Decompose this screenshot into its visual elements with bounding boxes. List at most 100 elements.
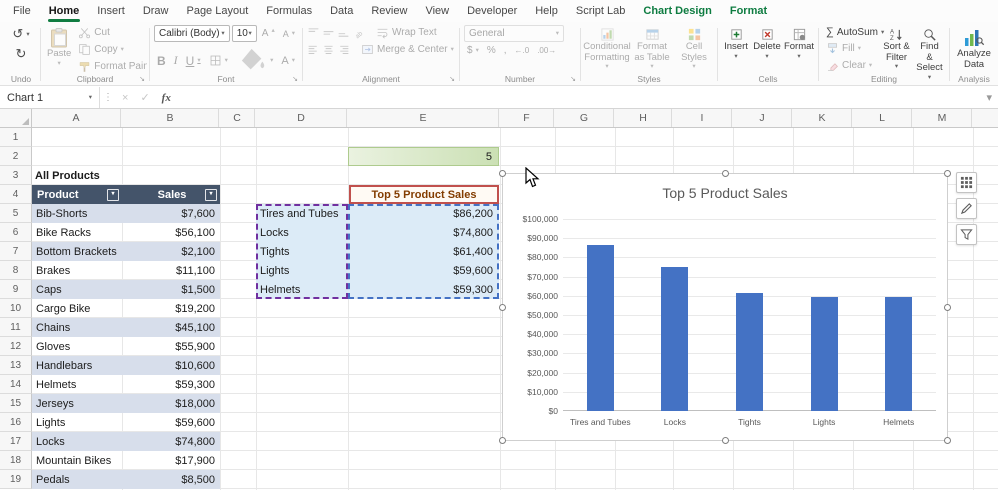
product-name-cell[interactable]: Mountain Bikes xyxy=(32,455,148,467)
product-row-locks[interactable]: Locks$74,800 xyxy=(32,432,220,451)
column-header-c[interactable]: C xyxy=(220,109,255,127)
column-header-l[interactable]: L xyxy=(853,109,912,127)
italic-button[interactable]: I xyxy=(171,52,181,69)
menu-tab-format[interactable]: Format xyxy=(721,1,776,22)
top5-product-cell[interactable]: Tires and Tubes xyxy=(257,208,407,220)
fill-color-button[interactable]: ▾ xyxy=(233,44,277,77)
product-name-cell[interactable]: Lights xyxy=(32,417,148,429)
column-header-k[interactable]: K xyxy=(793,109,852,127)
top5-sales-cell[interactable]: $86,200 xyxy=(407,208,497,220)
product-name-cell[interactable]: Caps xyxy=(32,284,148,296)
product-name-cell[interactable]: Bottom Brackets xyxy=(32,246,148,258)
column-header-e[interactable]: E xyxy=(348,109,499,127)
delete-cells-button[interactable]: Delete▾ xyxy=(752,25,782,62)
font-name-select[interactable]: Calibri (Body)▾ xyxy=(154,25,230,42)
top5-row-helmets[interactable]: Helmets$59,300 xyxy=(257,280,497,299)
formula-bar-grip[interactable]: ⋮ xyxy=(100,92,116,103)
row-header-19[interactable]: 19 xyxy=(0,470,32,489)
top5-product-cell[interactable]: Helmets xyxy=(257,284,407,296)
column-header-m[interactable]: M xyxy=(913,109,972,127)
menu-tab-help[interactable]: Help xyxy=(526,1,567,22)
column-header-f[interactable]: F xyxy=(500,109,554,127)
row-header-14[interactable]: 14 xyxy=(0,375,32,394)
chart-resize-handle[interactable] xyxy=(499,170,506,177)
row-header-16[interactable]: 16 xyxy=(0,413,32,432)
product-name-cell[interactable]: Helmets xyxy=(32,379,148,391)
chart-resize-handle[interactable] xyxy=(499,304,506,311)
column-header-h[interactable]: H xyxy=(615,109,672,127)
row-header-3[interactable]: 3 xyxy=(0,166,32,185)
product-row-bib-shorts[interactable]: Bib-Shorts$7,600 xyxy=(32,204,220,223)
chart-resize-handle[interactable] xyxy=(944,170,951,177)
chart-resize-handle[interactable] xyxy=(499,437,506,444)
column-header-b[interactable]: B xyxy=(122,109,219,127)
row-header-9[interactable]: 9 xyxy=(0,280,32,299)
menu-tab-file[interactable]: File xyxy=(4,1,40,22)
clear-button[interactable]: Clear▾ xyxy=(823,58,879,73)
chart[interactable]: Top 5 Product Sales $0$10,000$20,000$30,… xyxy=(502,173,948,441)
product-sales-cell[interactable]: $18,000 xyxy=(148,398,220,410)
product-sales-cell[interactable]: $2,100 xyxy=(148,246,220,258)
product-sales-cell[interactable]: $7,600 xyxy=(148,208,220,220)
top5-sales-cell[interactable]: $74,800 xyxy=(407,227,497,239)
analyze-data-button[interactable]: Analyze Data xyxy=(954,25,994,72)
chart-elements-button[interactable] xyxy=(956,172,977,193)
format-painter-button[interactable]: Format Painter xyxy=(75,59,147,74)
menu-tab-page-layout[interactable]: Page Layout xyxy=(177,1,257,22)
product-name-cell[interactable]: Handlebars xyxy=(32,360,148,372)
product-name-cell[interactable]: Chains xyxy=(32,322,148,334)
table-header-sales[interactable]: Sales ▾ xyxy=(122,185,220,204)
product-sales-cell[interactable]: $59,600 xyxy=(148,417,220,429)
fill-button[interactable]: Fill▾ xyxy=(823,41,879,56)
column-header-g[interactable]: G xyxy=(555,109,614,127)
chart-bar-lights[interactable] xyxy=(811,297,838,411)
chart-resize-handle[interactable] xyxy=(944,304,951,311)
menu-tab-script-lab[interactable]: Script Lab xyxy=(567,1,635,22)
chart-styles-button[interactable] xyxy=(956,198,977,219)
cell-top-count[interactable]: 5 xyxy=(348,147,499,166)
product-sales-cell[interactable]: $10,600 xyxy=(148,360,220,372)
product-row-chains[interactable]: Chains$45,100 xyxy=(32,318,220,337)
row-header-5[interactable]: 5 xyxy=(0,204,32,223)
table-header-product[interactable]: Product ▾ xyxy=(32,185,122,204)
chart-bar-helmets[interactable] xyxy=(885,297,912,411)
borders-button[interactable]: ▾ xyxy=(206,53,231,68)
align-left-icon[interactable] xyxy=(307,43,320,56)
formula-bar-expand-icon[interactable]: ▾ xyxy=(980,91,998,104)
top5-row-tires-and-tubes[interactable]: Tires and Tubes$86,200 xyxy=(257,204,497,223)
align-right-icon[interactable] xyxy=(337,43,350,56)
paste-button[interactable]: Paste▾ xyxy=(45,25,73,69)
chart-bar-tights[interactable] xyxy=(736,293,763,411)
product-row-caps[interactable]: Caps$1,500 xyxy=(32,280,220,299)
product-sales-cell[interactable]: $17,900 xyxy=(148,455,220,467)
product-row-gloves[interactable]: Gloves$55,900 xyxy=(32,337,220,356)
product-name-cell[interactable]: Brakes xyxy=(32,265,148,277)
column-header-d[interactable]: D xyxy=(256,109,347,127)
menu-tab-view[interactable]: View xyxy=(416,1,458,22)
product-name-cell[interactable]: Locks xyxy=(32,436,148,448)
merge-center-button[interactable]: Merge & Center▾ xyxy=(358,42,457,57)
row-header-7[interactable]: 7 xyxy=(0,242,32,261)
chart-title[interactable]: Top 5 Product Sales xyxy=(503,185,947,201)
sales-filter-icon[interactable]: ▾ xyxy=(205,189,217,201)
menu-tab-formulas[interactable]: Formulas xyxy=(257,1,321,22)
row-header-18[interactable]: 18 xyxy=(0,451,32,470)
top5-sales-cell[interactable]: $59,300 xyxy=(407,284,497,296)
chart-filters-button[interactable] xyxy=(956,224,977,245)
column-header-j[interactable]: J xyxy=(733,109,792,127)
chart-resize-handle[interactable] xyxy=(722,437,729,444)
product-name-cell[interactable]: Bike Racks xyxy=(32,227,148,239)
chart-resize-handle[interactable] xyxy=(944,437,951,444)
autosum-button[interactable]: ∑AutoSum▾ xyxy=(823,25,879,39)
chart-bar-tires-and-tubes[interactable] xyxy=(587,245,614,411)
product-name-cell[interactable]: Jerseys xyxy=(32,398,148,410)
row-header-8[interactable]: 8 xyxy=(0,261,32,280)
row-header-11[interactable]: 11 xyxy=(0,318,32,337)
top5-row-locks[interactable]: Locks$74,800 xyxy=(257,223,497,242)
row-header-6[interactable]: 6 xyxy=(0,223,32,242)
product-row-lights[interactable]: Lights$59,600 xyxy=(32,413,220,432)
chart-bar-locks[interactable] xyxy=(661,267,688,411)
decrease-decimal-button[interactable]: .00→ xyxy=(534,45,559,56)
cell-all-products[interactable]: All Products xyxy=(35,166,155,185)
chart-resize-handle[interactable] xyxy=(722,170,729,177)
